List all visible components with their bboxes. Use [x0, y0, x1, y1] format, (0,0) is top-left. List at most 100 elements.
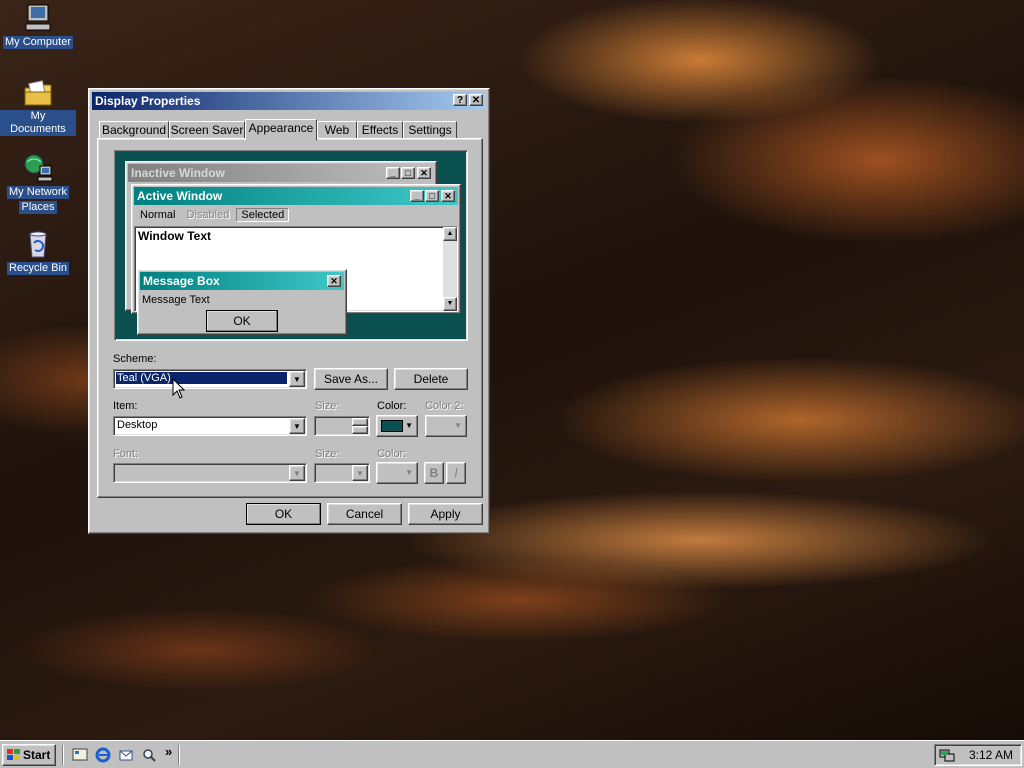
message-box-titlebar: Message Box ✕ [140, 272, 344, 290]
minimize-icon: _ [410, 190, 424, 202]
network-status-icon[interactable] [939, 747, 955, 763]
desktop-icon-label: Recycle Bin [6, 262, 70, 275]
appearance-panel: Inactive Window _ □ ✕ Active Window _ □ … [97, 138, 483, 498]
outlook-express-icon[interactable] [118, 747, 134, 763]
active-window-title: Active Window [137, 189, 223, 203]
item-select[interactable]: Desktop ▼ [113, 416, 307, 436]
item-value: Desktop [117, 419, 158, 431]
font-size-label: Size: [315, 448, 340, 460]
display-properties-window: Display Properties ? ✕ Background Screen… [88, 88, 490, 534]
desktop-icon-my-computer[interactable]: My Computer [0, 2, 76, 49]
item-label: Item: [113, 400, 138, 412]
window-text: Window Text [138, 229, 211, 243]
preview-scrollbar: ▲ ▼ [443, 227, 457, 311]
italic-button: I [446, 462, 466, 484]
tab-web[interactable]: Web [317, 121, 357, 139]
close-icon: ✕ [441, 190, 455, 202]
scroll-down-icon: ▼ [443, 297, 457, 311]
inactive-window-title: Inactive Window [131, 166, 225, 180]
chevron-down-icon: ▼ [289, 371, 305, 387]
item-color2-label: Color 2: [425, 400, 464, 412]
message-box-title: Message Box [143, 274, 220, 288]
desktop-icon-label: My Documents [0, 110, 76, 136]
color-swatch [381, 420, 403, 432]
scheme-select[interactable]: Teal (VGA) ▼ [113, 369, 307, 389]
desktop-icon-label: My Computer [2, 36, 74, 49]
start-button[interactable]: Start [2, 744, 56, 766]
clock[interactable]: 3:12 AM [969, 748, 1013, 762]
system-tray: 3:12 AM [934, 744, 1022, 766]
tab-settings[interactable]: Settings [403, 121, 457, 139]
chevron-down-icon: ▼ [289, 465, 305, 481]
item-size-spinner [314, 416, 370, 436]
desktop-icon-network-places[interactable]: My Network Places [0, 152, 76, 214]
close-icon: ✕ [417, 167, 431, 179]
item-color2-button: ▼ [425, 415, 467, 437]
chevron-down-icon: ▼ [405, 421, 413, 430]
font-color-button: ▼ [376, 462, 418, 484]
spin-up-icon [352, 418, 368, 426]
desktop-icon-label: Places [19, 201, 57, 214]
taskbar-separator [178, 745, 180, 765]
chevron-down-icon: ▼ [405, 468, 413, 477]
recycle-bin-icon [29, 231, 47, 258]
chevron-down-icon: ▼ [454, 421, 462, 430]
windows-logo-icon [7, 749, 20, 760]
tab-appearance[interactable]: Appearance [245, 119, 317, 141]
close-icon: ✕ [327, 275, 341, 287]
preview-ok-button: OK [206, 310, 278, 332]
quick-launch-chevron[interactable]: » [165, 744, 172, 759]
inactive-window-titlebar: Inactive Window _ □ ✕ [128, 164, 434, 182]
tab-background[interactable]: Background [99, 121, 169, 139]
chevron-down-icon: ▼ [289, 418, 305, 434]
network-places-icon [24, 154, 53, 182]
scroll-up-icon: ▲ [443, 227, 457, 241]
delete-button[interactable]: Delete [394, 368, 468, 390]
ok-button[interactable]: OK [246, 503, 321, 525]
menu-disabled: Disabled [186, 209, 230, 221]
desktop-icon-my-documents[interactable]: My Documents [0, 78, 76, 136]
help-button[interactable]: ? [453, 94, 467, 106]
window-titlebar[interactable]: Display Properties ? ✕ [92, 92, 486, 110]
font-color-label: Color: [377, 448, 407, 460]
menu-selected: Selected [236, 208, 290, 222]
scheme-value: Teal (VGA) [116, 372, 287, 384]
menu-normal: Normal [140, 209, 176, 221]
save-as-button[interactable]: Save As... [314, 368, 388, 390]
search-icon[interactable] [141, 747, 157, 763]
message-box-preview: Message Box ✕ Message Text OK [137, 269, 347, 335]
cancel-button[interactable]: Cancel [327, 503, 402, 525]
maximize-icon: □ [401, 167, 415, 179]
item-size-label: Size: [315, 400, 340, 412]
scheme-preview[interactable]: Inactive Window _ □ ✕ Active Window _ □ … [114, 150, 468, 341]
spin-down-icon [352, 426, 368, 434]
font-size-select: ▼ [314, 463, 370, 483]
my-documents-icon [24, 80, 52, 106]
taskbar-separator [62, 745, 64, 765]
show-desktop-icon[interactable] [72, 747, 88, 763]
mouse-cursor-icon [172, 378, 186, 399]
tab-effects[interactable]: Effects [357, 121, 403, 139]
tab-screen-saver[interactable]: Screen Saver [169, 121, 245, 139]
desktop-icon-recycle-bin[interactable]: Recycle Bin [0, 228, 76, 275]
chevron-down-icon: ▼ [352, 465, 368, 481]
font-select: ▼ [113, 463, 307, 483]
scheme-label: Scheme: [113, 353, 157, 365]
font-label: Font: [113, 448, 139, 460]
item-color-label: Color: [377, 400, 407, 412]
internet-explorer-icon[interactable] [95, 747, 111, 763]
maximize-icon: □ [425, 190, 439, 202]
my-computer-icon [25, 4, 51, 31]
active-window-titlebar: Active Window _ □ ✕ [134, 187, 458, 205]
start-label: Start [23, 748, 51, 762]
preview-menubar: Normal Disabled Selected [136, 207, 290, 223]
window-title: Display Properties [95, 94, 201, 108]
bold-button: B [424, 462, 444, 484]
apply-button[interactable]: Apply [408, 503, 483, 525]
close-button[interactable]: ✕ [469, 94, 483, 106]
taskbar: Start » 3:12 AM [0, 740, 1024, 768]
minimize-icon: _ [386, 167, 400, 179]
desktop-icon-label: My Network [6, 186, 70, 199]
item-color-button[interactable]: ▼ [376, 415, 418, 437]
message-text: Message Text [142, 294, 210, 306]
